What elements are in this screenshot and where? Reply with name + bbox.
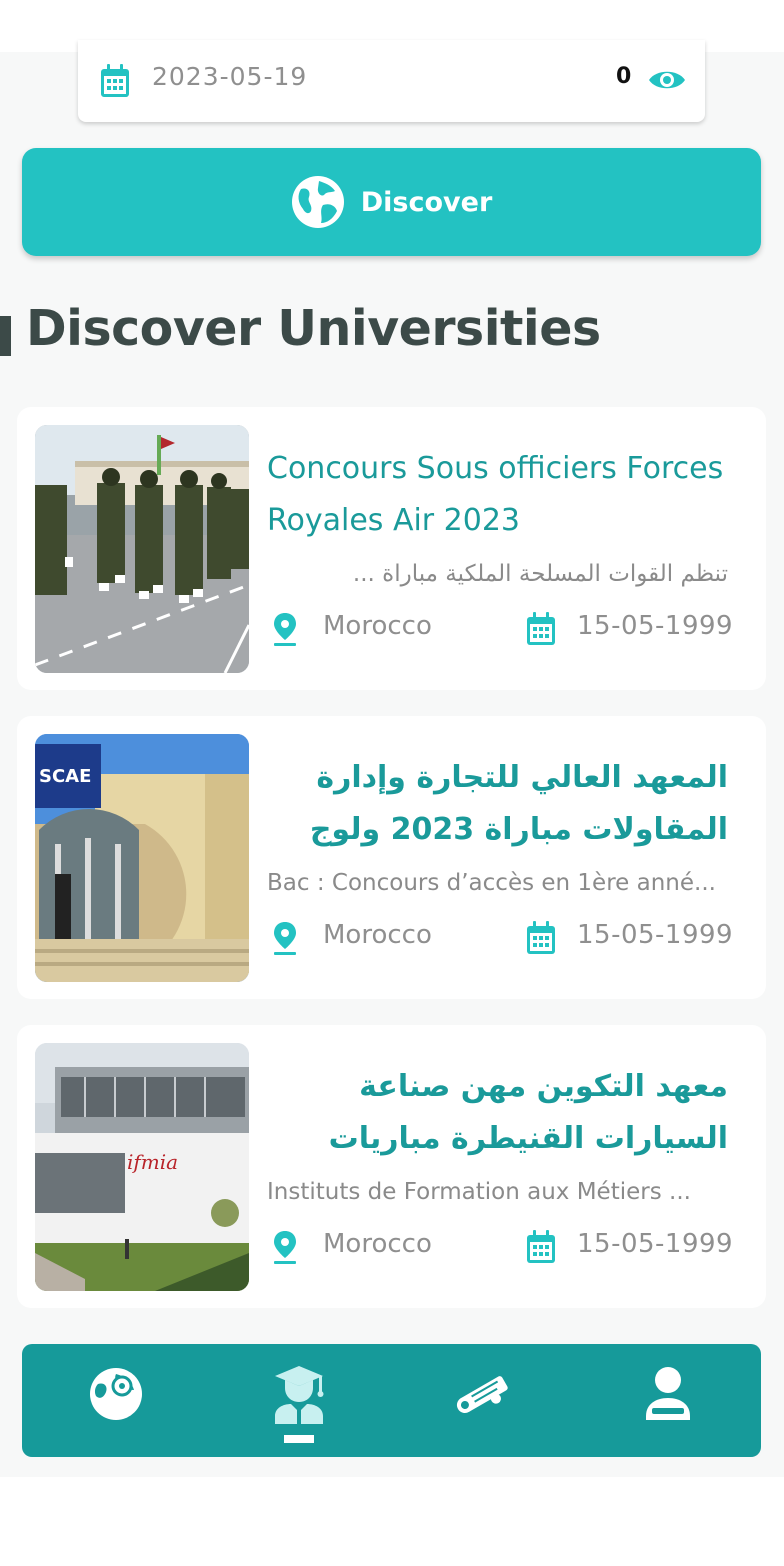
location-pin-icon — [274, 613, 296, 646]
university-card[interactable]: Concours Sous officiers Forces Royales A… — [17, 407, 766, 690]
university-card[interactable]: SCAE المعهد العالي للتجارة وإدارة المقاو… — [17, 716, 766, 999]
calendar-icon — [527, 921, 555, 954]
globe-nav-icon — [90, 1368, 142, 1420]
calendar-icon — [101, 64, 129, 97]
nav-diplomas[interactable] — [454, 1364, 514, 1424]
graduate-icon — [275, 1366, 324, 1424]
nav-profile[interactable] — [638, 1364, 698, 1424]
card-location: Morocco — [323, 920, 432, 950]
card-date: 15-05-1999 — [577, 1229, 734, 1259]
location-pin-icon — [274, 922, 296, 955]
globe-icon — [291, 176, 344, 228]
card-location: Morocco — [323, 1229, 432, 1259]
nav-explore[interactable] — [86, 1364, 146, 1424]
card-thumbnail-institute: ifmia — [35, 1043, 249, 1291]
location-pin-icon — [274, 1231, 296, 1264]
discover-button-label: Discover — [360, 186, 493, 218]
svg-text:ifmia: ifmia — [127, 1150, 178, 1174]
card-title[interactable]: معهد التكوين مهن صناعة السيارات القنيطرة… — [267, 1061, 728, 1165]
card-location: Morocco — [323, 611, 432, 641]
discover-button[interactable]: Discover — [22, 148, 761, 256]
section-title: Discover Universities — [26, 300, 601, 357]
nav-universities[interactable] — [269, 1364, 329, 1424]
svg-text:SCAE: SCAE — [39, 766, 91, 787]
card-date: 15-05-1999 — [577, 611, 734, 641]
post-date: 2023-05-19 — [152, 62, 308, 91]
eye-icon — [649, 71, 685, 89]
card-date: 15-05-1999 — [577, 920, 734, 950]
card-thumbnail-parade — [35, 425, 249, 673]
calendar-icon — [527, 1230, 555, 1263]
diploma-icon — [456, 1376, 508, 1413]
post-meta-card: 2023-05-19 0 — [78, 40, 705, 122]
bottom-navigation — [22, 1344, 761, 1457]
views-count: 0 — [616, 64, 632, 89]
card-description: Bac : Concours d’accès en 1ère anné... — [267, 870, 716, 896]
section-accent-bar — [0, 316, 11, 356]
card-description: Instituts de Formation aux Métiers ... — [267, 1179, 691, 1205]
card-description: تنظم القوات المسلحة الملكية مباراة ... — [352, 561, 728, 587]
university-card[interactable]: ifmia معهد التكوين مهن صناعة السيارات ال… — [17, 1025, 766, 1308]
active-tab-indicator — [284, 1435, 314, 1443]
user-icon — [646, 1367, 690, 1420]
card-title[interactable]: المعهد العالي للتجارة وإدارة المقاولات م… — [267, 752, 728, 856]
calendar-icon — [527, 612, 555, 645]
card-thumbnail-building: SCAE — [35, 734, 249, 982]
card-title[interactable]: Concours Sous officiers Forces Royales A… — [267, 443, 728, 547]
